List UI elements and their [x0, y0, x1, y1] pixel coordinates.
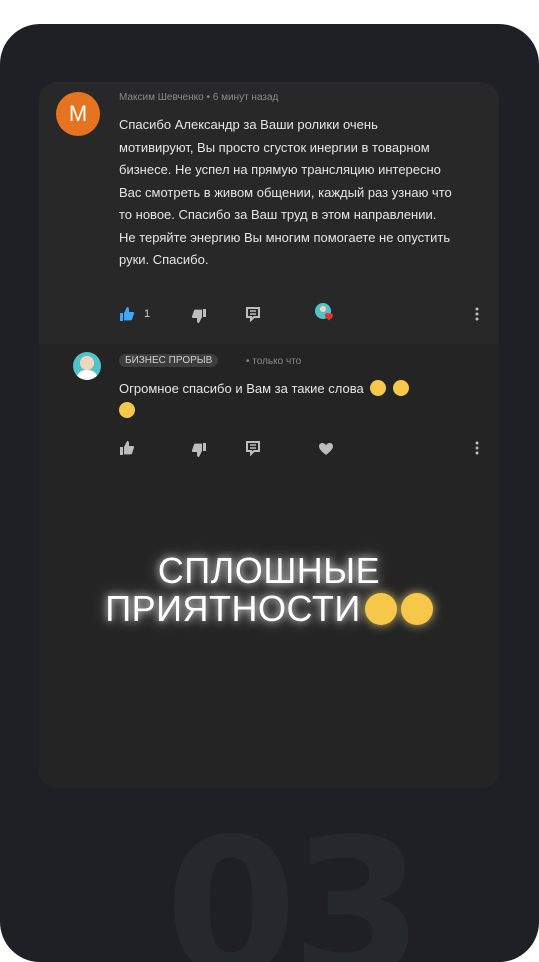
smiling-face-emoji-icon — [392, 380, 409, 396]
comment-time: 6 минут назад — [212, 92, 279, 103]
headline-line-2-text: ПРИЯТНОСТИ — [105, 588, 361, 629]
comment-meta: Максим Шевченко • 6 минут назад — [119, 92, 278, 103]
more-icon[interactable] — [475, 440, 479, 456]
smiling-face-emoji-icon — [400, 593, 433, 625]
thumbs-up-icon[interactable] — [119, 440, 135, 456]
creator-heart-icon[interactable] — [314, 302, 334, 322]
thumbs-down-icon[interactable] — [191, 308, 207, 324]
meta-separator: • — [206, 92, 210, 103]
channel-badge[interactable]: БИЗНЕС ПРОРЫВ — [119, 354, 219, 367]
heart-icon[interactable] — [318, 441, 334, 457]
comments-card: M Максим Шевченко • 6 минут назад Спасиб… — [39, 82, 499, 788]
like-count: 1 — [144, 308, 151, 320]
thumbs-up-icon[interactable] — [119, 306, 135, 322]
comment-author[interactable]: Максим Шевченко — [119, 92, 204, 103]
thumbs-down-icon[interactable] — [191, 442, 207, 458]
smiling-face-emoji-icon — [119, 402, 135, 418]
comment-text: Огромное спасибо и Вам за такие слова — [119, 378, 469, 422]
more-icon[interactable] — [475, 306, 479, 322]
avatar-body — [76, 370, 98, 380]
smiling-face-emoji-icon — [370, 380, 387, 396]
comment-text-body: Огромное спасибо и Вам за такие слова — [119, 381, 364, 396]
reply-icon[interactable] — [245, 440, 261, 456]
headline-line-2: ПРИЯТНОСТИ — [39, 590, 499, 628]
headline: СПЛОШНЫЕ ПРИЯТНОСТИ — [39, 552, 499, 628]
headline-line-1: СПЛОШНЫЕ — [157, 550, 381, 591]
story-frame: 03 M Максим Шевченко • 6 минут назад Спа… — [0, 24, 539, 962]
reply-icon[interactable] — [245, 306, 261, 322]
avatar[interactable] — [73, 352, 101, 380]
comment-text: Спасибо Александр за Ваши ролики очень м… — [119, 117, 452, 267]
comment-1: M Максим Шевченко • 6 минут назад Спасиб… — [39, 82, 499, 344]
page-number: 03 — [165, 798, 423, 962]
comment-time: • только что — [246, 356, 302, 367]
smiling-face-emoji-icon — [364, 593, 397, 625]
avatar[interactable]: M — [56, 92, 100, 136]
avatar-face — [80, 356, 94, 370]
